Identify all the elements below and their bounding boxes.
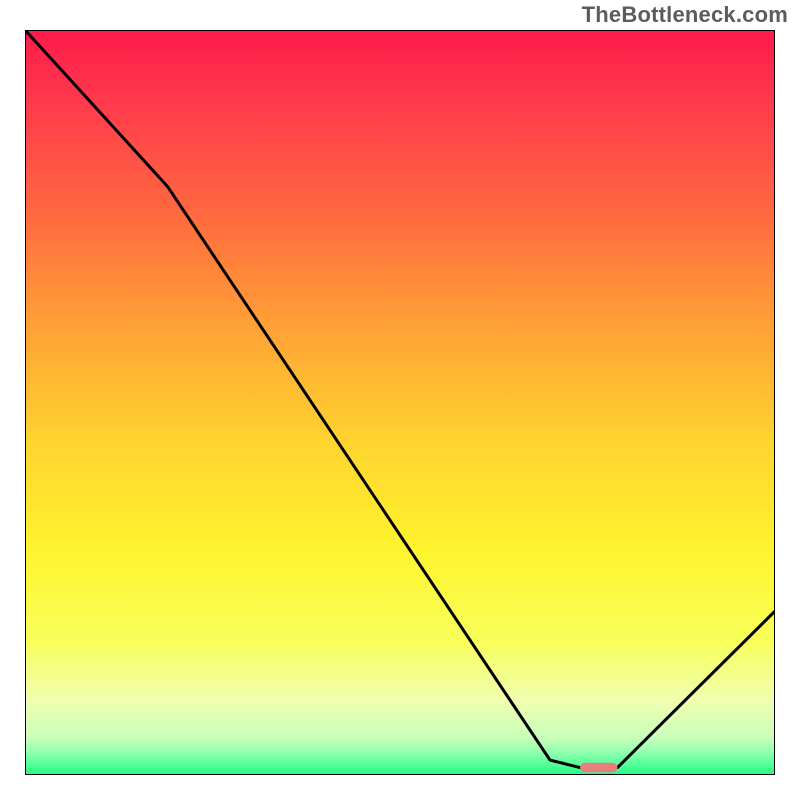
watermark-text: TheBottleneck.com xyxy=(582,2,788,28)
chart-svg xyxy=(25,30,775,775)
chart-plot-area xyxy=(25,30,775,775)
optimum-marker xyxy=(580,763,618,773)
chart-background xyxy=(25,30,775,775)
